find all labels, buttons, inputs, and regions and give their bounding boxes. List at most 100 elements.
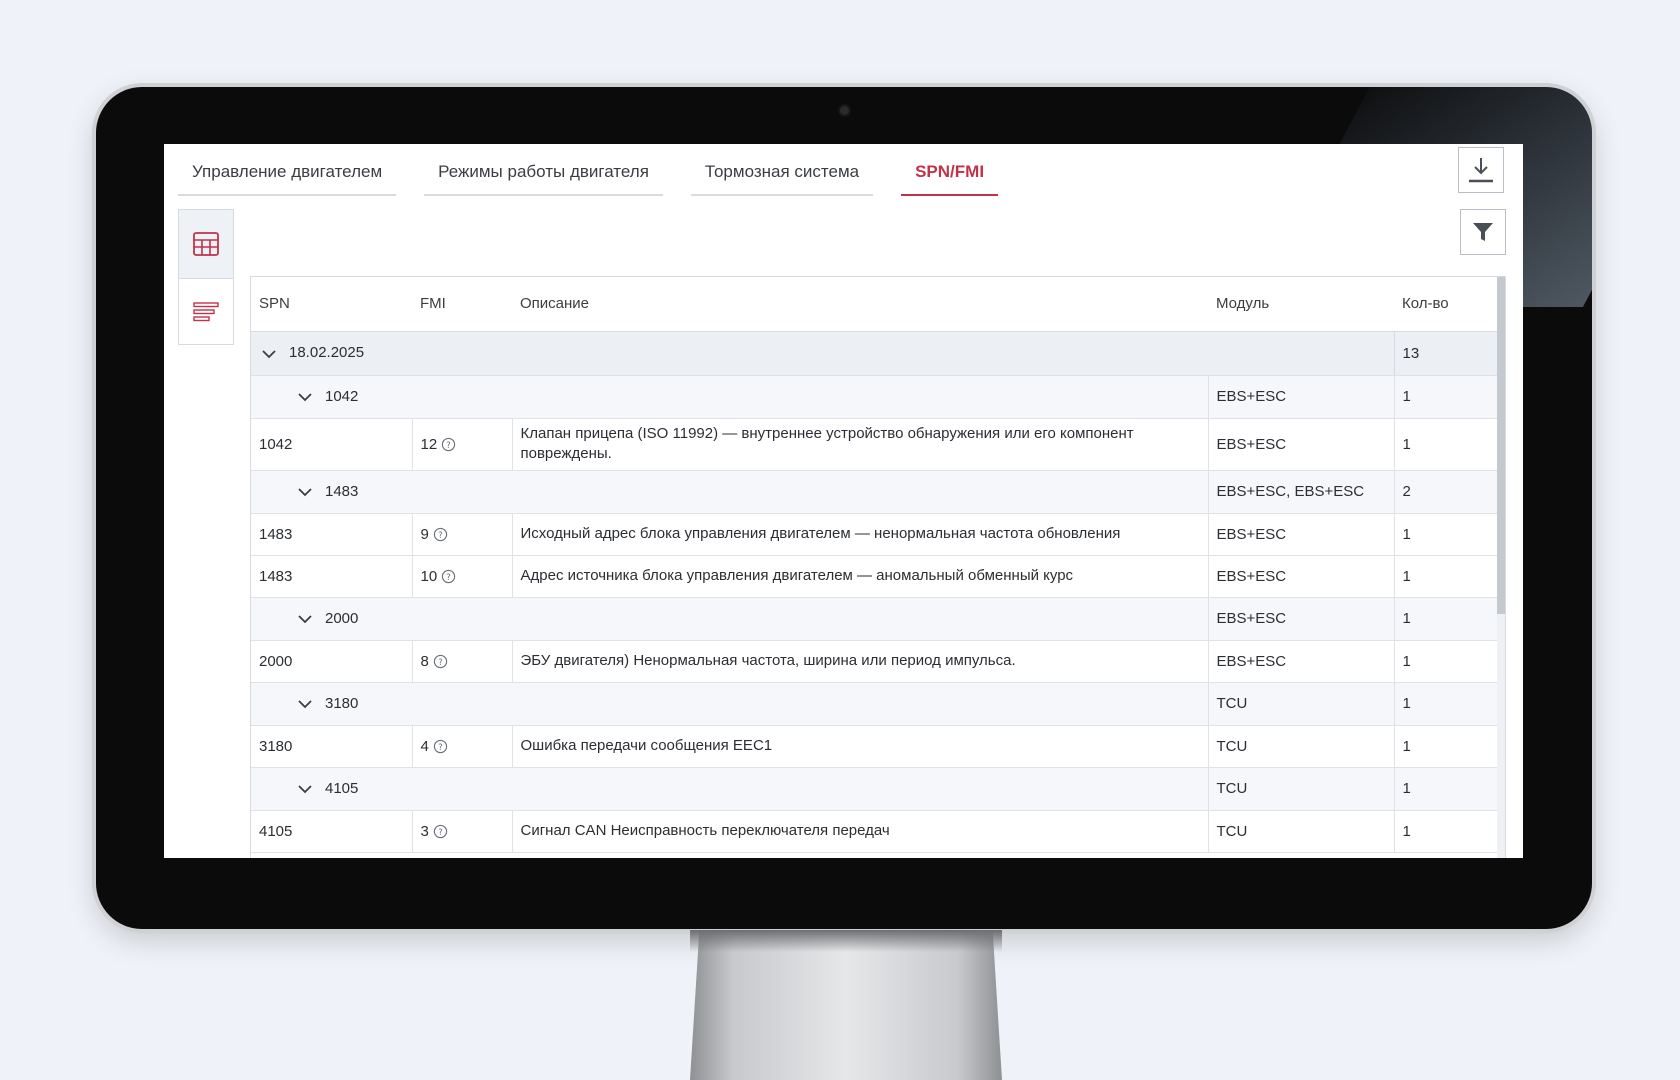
spn-group-label: 2000 [325, 609, 359, 627]
chevron-down-icon[interactable] [297, 484, 313, 500]
fmi-value: 4 [420, 737, 429, 755]
tab-brake-system[interactable]: Тормозная система [690, 144, 874, 196]
webcam [840, 106, 849, 115]
spn-group-cell: 1042 [251, 375, 1208, 419]
download-icon [1469, 158, 1493, 183]
table-header-row: SPN FMI Описание Модуль Кол-во [251, 277, 1498, 332]
cell-description: ЭБУ двигателя) Ненормальная частота, шир… [511, 640, 1208, 683]
cell-description: Ошибка передачи сообщения EEC1 [511, 725, 1208, 768]
cell-count: 1 [1393, 640, 1498, 683]
cell-module: TCU [1207, 725, 1394, 768]
spn-fmi-table: SPN FMI Описание Модуль Кол-во 18.02.202… [250, 276, 1506, 858]
col-header-fmi[interactable]: FMI [412, 277, 512, 332]
col-header-module[interactable]: Модуль [1208, 277, 1394, 332]
cell-spn: 3180 [251, 725, 412, 768]
spn-group-count: 1 [1393, 375, 1498, 419]
spn-group-cell: 2000 [251, 597, 1208, 641]
date-group-cell: 18.02.2025 [251, 331, 1394, 376]
help-icon[interactable]: ? [433, 739, 448, 754]
stand-shadow [690, 930, 1002, 952]
spn-group-module: TCU [1207, 767, 1394, 811]
table-view-icon [193, 232, 219, 256]
cell-fmi: 12? [411, 418, 512, 471]
spn-group-count: 1 [1393, 682, 1498, 726]
cell-fmi: 3? [411, 810, 512, 853]
spn-group-module: EBS+ESC, EBS+ESC [1207, 470, 1394, 514]
spn-group-row[interactable]: 2000 EBS+ESC 1 [251, 597, 1498, 641]
cell-module: TCU [1207, 810, 1394, 853]
chevron-down-icon[interactable] [297, 781, 313, 797]
spn-group-label: 1042 [325, 387, 359, 405]
svg-text:?: ? [438, 656, 442, 666]
col-header-spn[interactable]: SPN [251, 277, 412, 332]
col-header-count[interactable]: Кол-во [1394, 277, 1498, 332]
tab-engine-modes[interactable]: Режимы работы двигателя [424, 144, 663, 196]
cell-spn: 1483 [251, 555, 412, 598]
spn-group-row[interactable]: 4105 TCU 1 [251, 767, 1498, 811]
cell-spn: 1042 [251, 418, 412, 471]
table-row[interactable]: 2000 8? ЭБУ двигателя) Ненормальная част… [251, 640, 1498, 683]
chevron-down-icon[interactable] [261, 346, 277, 362]
date-group-row[interactable]: 18.02.2025 13 [251, 331, 1498, 376]
chevron-down-icon[interactable] [297, 611, 313, 627]
svg-text:?: ? [446, 571, 450, 581]
tab-engine-control[interactable]: Управление двигателем [178, 144, 397, 196]
help-icon[interactable]: ? [441, 437, 456, 452]
help-icon[interactable]: ? [441, 569, 456, 584]
cell-spn: 4105 [251, 810, 412, 853]
fmi-value: 3 [420, 822, 429, 840]
spn-group-label: 4105 [325, 779, 359, 797]
filter-icon [1473, 223, 1493, 241]
cell-fmi: 10? [411, 555, 512, 598]
cell-spn: 1483 [251, 513, 412, 556]
scrollbar-thumb[interactable] [1497, 277, 1505, 614]
app-screen: Управление двигателем Режимы работы двиг… [164, 144, 1523, 858]
vertical-scrollbar[interactable] [1497, 277, 1505, 858]
spn-group-module: EBS+ESC [1207, 375, 1394, 419]
spn-group-module: TCU [1207, 682, 1394, 726]
view-switcher [178, 209, 234, 345]
filter-button[interactable] [1460, 209, 1506, 255]
cell-count: 1 [1393, 555, 1498, 598]
help-icon[interactable]: ? [433, 654, 448, 669]
table-row[interactable]: 1483 9? Исходный адрес блока управления … [251, 513, 1498, 556]
cell-module: EBS+ESC [1207, 418, 1394, 471]
help-icon[interactable]: ? [433, 527, 448, 542]
cell-spn: 2000 [251, 640, 412, 683]
table-row[interactable]: 1042 12? Клапан прицепа (ISO 11992) — вн… [251, 418, 1498, 471]
cell-count: 1 [1393, 725, 1498, 768]
cell-description: Адрес источника блока управления двигате… [511, 555, 1208, 598]
chevron-down-icon[interactable] [297, 696, 313, 712]
spn-group-label: 1483 [325, 482, 359, 500]
cell-count: 1 [1393, 810, 1498, 853]
svg-text:?: ? [438, 741, 442, 751]
svg-text:?: ? [438, 529, 442, 539]
spn-group-cell: 1483 [251, 470, 1208, 514]
chevron-down-icon[interactable] [297, 389, 313, 405]
svg-text:?: ? [446, 439, 450, 449]
cell-module: EBS+ESC [1207, 640, 1394, 683]
cell-count: 1 [1393, 418, 1498, 471]
list-view-button[interactable] [179, 279, 233, 347]
table-row[interactable]: 3180 4? Ошибка передачи сообщения EEC1 T… [251, 725, 1498, 768]
spn-group-row[interactable]: 1483 EBS+ESC, EBS+ESC 2 [251, 470, 1498, 514]
spn-group-label: 3180 [325, 694, 359, 712]
list-view-icon [193, 302, 219, 322]
date-group-count: 13 [1393, 331, 1498, 376]
cell-count: 1 [1393, 513, 1498, 556]
tab-spn-fmi[interactable]: SPN/FMI [901, 144, 999, 196]
table-view-button[interactable] [179, 210, 233, 279]
table-row[interactable]: 1483 10? Адрес источника блока управлени… [251, 555, 1498, 598]
fmi-value: 9 [420, 525, 429, 543]
table-row[interactable]: 4105 3? Сигнал CAN Неисправность переклю… [251, 810, 1498, 853]
col-header-description[interactable]: Описание [512, 277, 1208, 332]
cell-fmi: 8? [411, 640, 512, 683]
cell-fmi: 9? [411, 513, 512, 556]
fmi-value: 10 [420, 567, 438, 585]
download-button[interactable] [1458, 147, 1504, 193]
spn-group-row[interactable]: 3180 TCU 1 [251, 682, 1498, 726]
cell-module: EBS+ESC [1207, 555, 1394, 598]
spn-group-row[interactable]: 1042 EBS+ESC 1 [251, 375, 1498, 419]
tab-bar: Управление двигателем Режимы работы двиг… [178, 144, 1026, 196]
help-icon[interactable]: ? [433, 824, 448, 839]
